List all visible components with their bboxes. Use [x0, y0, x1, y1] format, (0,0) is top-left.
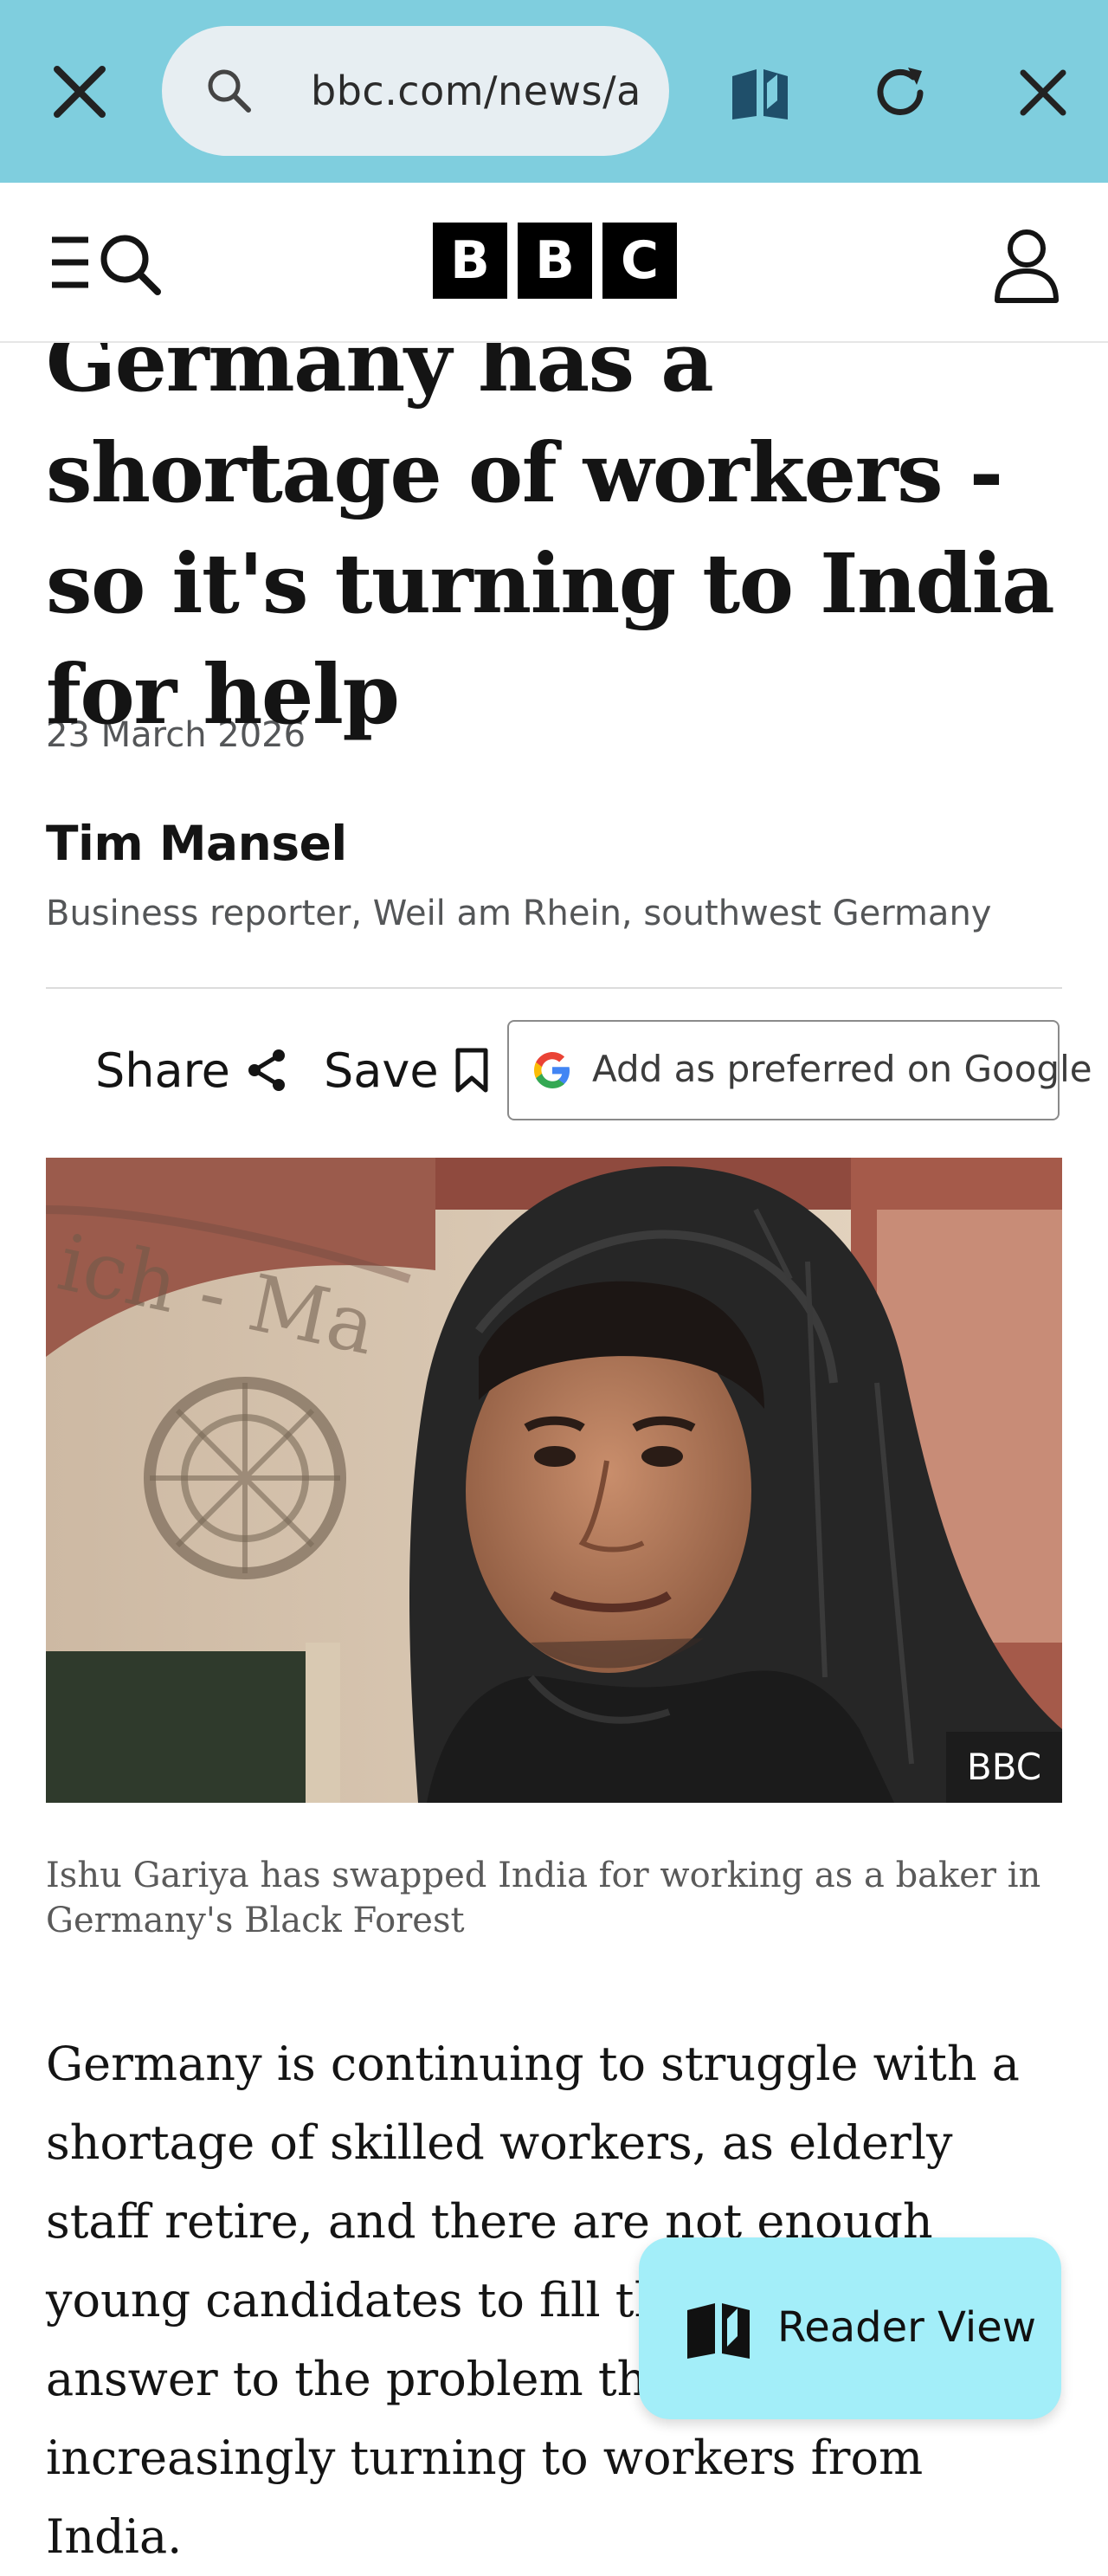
close-icon[interactable]	[45, 57, 114, 126]
save-button[interactable]: Save	[324, 1036, 489, 1105]
google-preferred-button[interactable]: Add as preferred on Google	[507, 1020, 1092, 1120]
article-hero-image[interactable]: ich - Ma BBC	[46, 1158, 1062, 1803]
divider	[46, 987, 1062, 989]
reader-view-button[interactable]: Reader View	[639, 2237, 1061, 2419]
account-icon[interactable]	[992, 226, 1061, 304]
logo-letter: C	[602, 223, 677, 299]
site-header: B B C	[0, 183, 1108, 343]
share-label: Share	[95, 1043, 230, 1098]
share-icon	[248, 1049, 285, 1091]
reader-mode-icon[interactable]	[729, 66, 791, 121]
browser-toolbar: bbc.com/news/a	[0, 0, 1108, 183]
reader-mode-icon	[687, 2303, 750, 2359]
photo-man-in-hood: ich - Ma	[46, 1158, 1062, 1803]
share-button[interactable]: Share	[95, 1036, 287, 1105]
author-name[interactable]: Tim Mansel	[46, 816, 347, 871]
google-preferred-label: Add as preferred on Google	[592, 1048, 1092, 1090]
image-caption: Ishu Gariya has swapped India for workin…	[46, 1856, 1041, 1940]
author-role: Business reporter, Weil am Rhein, southw…	[46, 894, 992, 933]
image-credit: BBC	[946, 1732, 1062, 1803]
reload-icon[interactable]	[870, 62, 931, 123]
url-text: bbc.com/news/a	[311, 68, 641, 114]
logo-letter: B	[518, 223, 592, 299]
save-label: Save	[324, 1043, 439, 1098]
close-icon[interactable]	[1013, 62, 1073, 123]
bookmark-icon	[455, 1048, 488, 1093]
menu-search-icon[interactable]	[50, 228, 164, 297]
url-bar[interactable]: bbc.com/news/a	[162, 26, 669, 156]
search-icon	[208, 69, 251, 113]
bbc-logo[interactable]: B B C	[433, 223, 677, 299]
reader-view-label: Reader View	[777, 2303, 1037, 2352]
logo-letter: B	[433, 223, 507, 299]
article-headline: Germany has a shortage of workers - so i…	[46, 314, 1055, 743]
google-icon	[534, 1052, 570, 1088]
